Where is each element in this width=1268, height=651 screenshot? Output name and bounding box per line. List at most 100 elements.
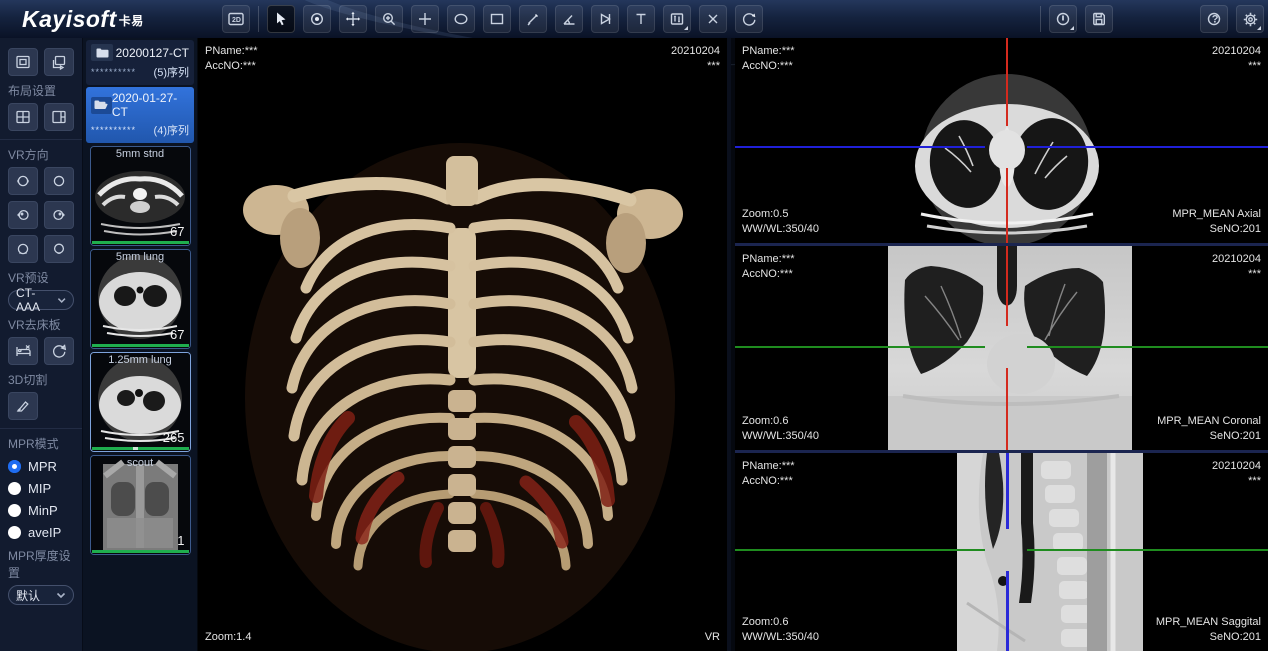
layout-panel-arrange-button[interactable] bbox=[44, 48, 74, 76]
section-label-mpr-thickness: MPR厚度设置 bbox=[8, 547, 74, 581]
layout-single-view-button[interactable] bbox=[8, 48, 38, 76]
vr-ribcage-render bbox=[198, 38, 727, 651]
thumbnail-label: scout bbox=[91, 457, 190, 469]
series-count: (4)序列 bbox=[154, 122, 189, 138]
vr-preset-value: CT-AAA bbox=[16, 286, 57, 314]
settings-gear-button[interactable] bbox=[1236, 5, 1264, 33]
ellipse-roi-tool-button[interactable] bbox=[447, 5, 475, 33]
svg-text:2D: 2D bbox=[232, 17, 241, 24]
axial-zoom-wwwl: Zoom:0.5WW/WL:350/40 bbox=[742, 207, 819, 237]
study-item[interactable]: 20200127-CT ********** (5)序列 bbox=[86, 40, 194, 85]
folder-closed-icon bbox=[91, 44, 113, 61]
cobb-probe-tool-button[interactable] bbox=[591, 5, 619, 33]
viewport-vr-3d[interactable]: PName:***AccNO:*** 20210204*** Zoom:1.4 … bbox=[198, 38, 731, 651]
left-sidebar: 布局设置 VR方向 bbox=[0, 38, 83, 651]
crosshair-green-horizontal[interactable] bbox=[735, 346, 985, 348]
study-title: 20200127-CT bbox=[116, 46, 189, 60]
crosshair-red-vertical[interactable] bbox=[1006, 246, 1008, 326]
toolbar-separator bbox=[258, 6, 259, 32]
save-button[interactable] bbox=[1085, 5, 1113, 33]
help-button[interactable]: ? bbox=[1200, 5, 1228, 33]
reset-bed-button[interactable] bbox=[44, 337, 74, 365]
toolbar-right: ? bbox=[1200, 5, 1264, 33]
layout-split-right-button[interactable] bbox=[44, 103, 74, 131]
viewport-mpr-sagittal[interactable]: PName:***AccNO:*** 20210204*** Zoom:0.6W… bbox=[735, 453, 1268, 651]
series-thumbnail-scout[interactable]: scout 1 bbox=[90, 455, 191, 555]
rectangle-roi-tool-button[interactable] bbox=[483, 5, 511, 33]
radio-selected-icon[interactable] bbox=[8, 460, 21, 473]
vr-orientation-anterior-button[interactable] bbox=[8, 167, 38, 195]
crosshair-red-vertical[interactable] bbox=[1006, 38, 1008, 126]
mpr-thickness-select[interactable]: 默认 bbox=[8, 585, 74, 605]
angle-tool-button[interactable] bbox=[555, 5, 583, 33]
radio-icon[interactable] bbox=[8, 504, 21, 517]
vr-orientation-posterior-button[interactable] bbox=[44, 167, 74, 195]
layout-grid-2x2-button[interactable] bbox=[8, 103, 38, 131]
radio-icon[interactable] bbox=[8, 482, 21, 495]
series-panel: 20200127-CT ********** (5)序列 2020-01-27-… bbox=[83, 38, 198, 651]
thumbnail-progress-bar bbox=[92, 344, 189, 347]
toolbar-mid-right bbox=[1040, 5, 1113, 33]
thumbnail-label: 5mm lung bbox=[91, 251, 190, 263]
radio-icon[interactable] bbox=[8, 526, 21, 539]
series-thumbnail-5mm-lung[interactable]: 5mm lung 67 bbox=[90, 249, 191, 349]
radio-label: aveIP bbox=[28, 525, 61, 540]
2d-view-button[interactable]: 2D bbox=[222, 5, 250, 33]
crosshair-green-horizontal[interactable] bbox=[1027, 549, 1268, 551]
viewport-mpr-axial[interactable]: PName:***AccNO:*** 20210204*** Zoom:0.5W… bbox=[735, 38, 1268, 243]
thumbnail-image-number: 1 bbox=[177, 533, 184, 548]
chevron-down-icon bbox=[56, 592, 66, 599]
section-label-vr-preset: VR预设 bbox=[8, 269, 74, 286]
sagittal-patient-info: PName:***AccNO:*** bbox=[742, 459, 795, 489]
vr-orientation-superior-button[interactable] bbox=[8, 235, 38, 263]
coronal-zoom-wwwl: Zoom:0.6WW/WL:350/40 bbox=[742, 414, 819, 444]
thumbnail-image-number: 67 bbox=[170, 224, 184, 239]
section-label-3d-cut: 3D切割 bbox=[8, 371, 74, 388]
crosshair-green-horizontal[interactable] bbox=[735, 549, 985, 551]
pan-tool-button[interactable] bbox=[339, 5, 367, 33]
coronal-mode-seno: MPR_MEAN CoronalSeNO:201 bbox=[1157, 414, 1261, 444]
mpr-mode-option-aveip[interactable]: aveIP bbox=[8, 525, 74, 540]
axial-mode-seno: MPR_MEAN AxialSeNO:201 bbox=[1172, 207, 1261, 237]
remove-bed-button[interactable] bbox=[8, 337, 38, 365]
axial-patient-info: PName:***AccNO:*** bbox=[742, 44, 795, 74]
thumbnail-progress-marker bbox=[133, 447, 138, 450]
mpr-mode-option-mip[interactable]: MIP bbox=[8, 481, 74, 496]
thumbnail-progress-bar bbox=[92, 447, 189, 450]
svg-text:?: ? bbox=[1212, 14, 1219, 26]
thumbnail-label: 5mm stnd bbox=[91, 148, 190, 160]
vr-orientation-inferior-button[interactable] bbox=[44, 235, 74, 263]
crosshair-green-horizontal[interactable] bbox=[1027, 346, 1268, 348]
measure-length-tool-button[interactable] bbox=[519, 5, 547, 33]
crosshair-tool-button[interactable] bbox=[411, 5, 439, 33]
radio-label: MinP bbox=[28, 503, 58, 518]
text-annotation-tool-button[interactable] bbox=[627, 5, 655, 33]
series-thumbnail-125mm-lung-selected[interactable]: 1.25mm lung 265 bbox=[90, 352, 191, 452]
pointer-tool-button[interactable] bbox=[267, 5, 295, 33]
series-thumbnail-5mm-stnd[interactable]: 5mm stnd 67 bbox=[90, 146, 191, 246]
cut-knife-button[interactable] bbox=[8, 392, 38, 420]
window-level-tool-button[interactable] bbox=[663, 5, 691, 33]
radio-label: MIP bbox=[28, 481, 51, 496]
crosshair-blue-vertical[interactable] bbox=[1006, 571, 1009, 651]
patient-masked: ********** bbox=[91, 125, 136, 135]
delete-annotation-button[interactable] bbox=[699, 5, 727, 33]
mpr-mode-option-minp[interactable]: MinP bbox=[8, 503, 74, 518]
vr-orientation-right-button[interactable] bbox=[44, 201, 74, 229]
crosshair-blue-horizontal[interactable] bbox=[735, 146, 985, 148]
crosshair-blue-vertical[interactable] bbox=[1006, 453, 1009, 529]
crosshair-red-vertical[interactable] bbox=[1006, 168, 1008, 243]
mpr-mode-option-mpr[interactable]: MPR bbox=[8, 459, 74, 474]
crosshair-red-vertical[interactable] bbox=[1006, 368, 1008, 450]
vr-orientation-left-button[interactable] bbox=[8, 201, 38, 229]
vr-mode-label: VR bbox=[705, 630, 720, 645]
crosshair-blue-horizontal[interactable] bbox=[1027, 146, 1268, 148]
series-count: (5)序列 bbox=[154, 64, 189, 80]
cine-scroll-tool-button[interactable] bbox=[303, 5, 331, 33]
power-info-button[interactable] bbox=[1049, 5, 1077, 33]
zoom-tool-button[interactable] bbox=[375, 5, 403, 33]
reset-view-button[interactable] bbox=[735, 5, 763, 33]
viewport-mpr-coronal[interactable]: PName:***AccNO:*** 20210204*** Zoom:0.6W… bbox=[735, 246, 1268, 450]
study-item-selected[interactable]: 2020-01-27-CT ********** (4)序列 bbox=[86, 87, 194, 143]
vr-preset-select[interactable]: CT-AAA bbox=[8, 290, 74, 310]
